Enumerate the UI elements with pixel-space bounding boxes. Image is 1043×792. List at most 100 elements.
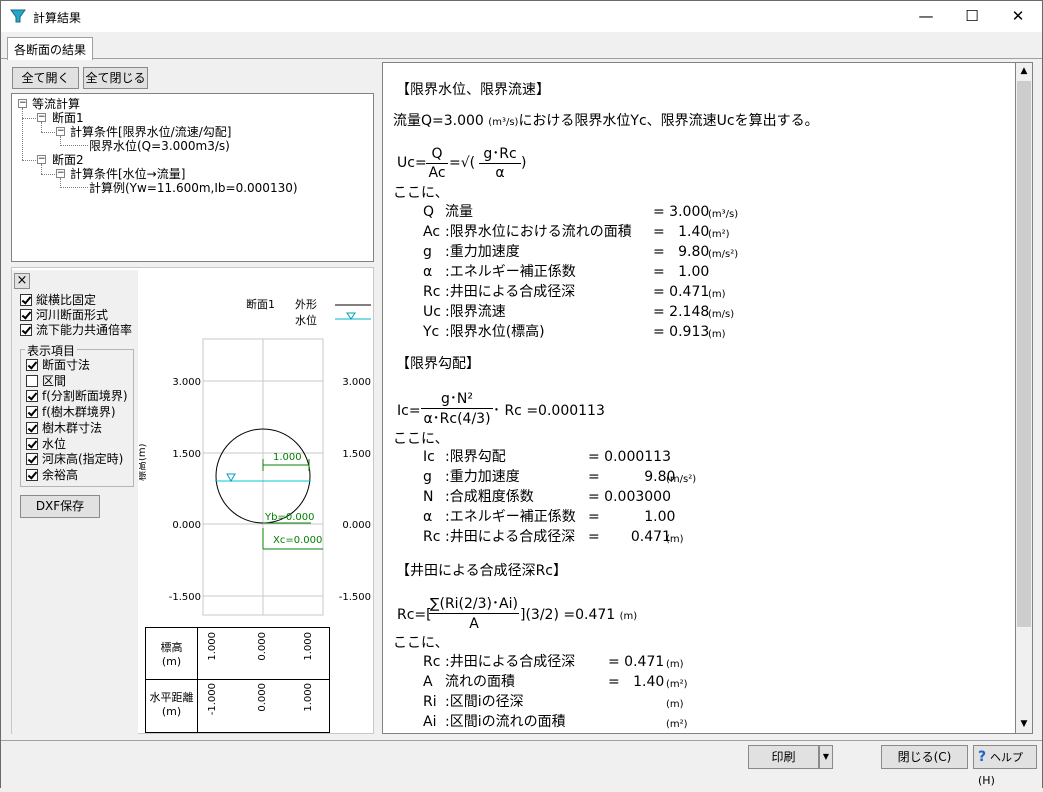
scroll-down-icon[interactable]: ▼: [1016, 716, 1032, 733]
check-icon: [26, 468, 38, 481]
variable-description: :重力加速度: [445, 469, 520, 485]
check-icon: [26, 453, 38, 466]
variable-value: = 0.471: [653, 284, 710, 300]
elevation-cell: 1.000: [207, 632, 218, 661]
display-item-checkbox[interactable]: f(樹木群境界): [26, 405, 151, 420]
variable-description: :限界水位における流れの面積: [445, 224, 632, 240]
help-button[interactable]: ? ヘルプ(H): [973, 745, 1037, 787]
scroll-thumb[interactable]: [1017, 81, 1031, 627]
ic-formula-rhs: ･ Rc =0.000113: [493, 403, 605, 419]
uc-formula-num: Q: [426, 145, 448, 164]
collapse-s2-cond-icon[interactable]: −: [56, 169, 65, 178]
y-tick-label: 0.000: [172, 520, 201, 531]
display-item-checkbox[interactable]: 樹木群寸法: [26, 421, 151, 436]
variable-symbol: Ri: [423, 694, 437, 710]
variable-description: :区間iの径深: [445, 694, 524, 710]
section-tree[interactable]: − 等流計算 − 断面1 − 計算条件[限界水位/流速/勾配] 限界水位(Q=3…: [11, 93, 374, 262]
close-options-button[interactable]: ×: [14, 273, 30, 289]
tree-item-section2[interactable]: 断面2: [52, 153, 84, 167]
close-button[interactable]: ✕: [995, 1, 1041, 32]
display-item-checkbox[interactable]: 水位: [26, 437, 151, 452]
tree-item-section2-condition[interactable]: 計算条件[水位→流量]: [70, 167, 185, 181]
distance-cell: -1.000: [207, 683, 218, 716]
variable-unit: (m³/s): [708, 209, 739, 220]
tab-section-results[interactable]: 各断面の結果: [7, 37, 94, 60]
collapse-root-icon[interactable]: −: [18, 99, 27, 108]
variable-description: :エネルギー補正係数: [445, 264, 576, 280]
close-dialog-button[interactable]: 閉じる(C): [881, 745, 968, 769]
variable-description: :井田による合成径深: [445, 654, 576, 670]
dxf-save-button[interactable]: DXF保存: [20, 495, 100, 518]
variable-value: = 1.00: [588, 509, 676, 525]
display-item-checkbox[interactable]: f(分割断面境界): [26, 389, 151, 404]
display-item-checkbox[interactable]: 断面寸法: [26, 358, 151, 373]
collapse-all-button[interactable]: 全て閉じる: [83, 67, 148, 89]
variable-value: = 0.000113: [588, 449, 671, 465]
print-dropdown-button[interactable]: ▼: [819, 745, 833, 769]
y-tick-label: 3.000: [172, 377, 201, 388]
check-icon: [20, 324, 32, 336]
expand-all-button[interactable]: 全て開く: [12, 67, 79, 89]
variable-description: :限界勾配: [445, 449, 506, 465]
variable-symbol: Uc: [423, 304, 441, 320]
table-header-elevation: 標高 (m): [160, 641, 183, 668]
display-item-checkbox[interactable]: 余裕高: [26, 468, 151, 483]
check-icon: [26, 359, 38, 371]
title-bar: 計算結果 — ☐ ✕: [1, 1, 1042, 32]
scroll-up-icon[interactable]: ▲: [1016, 63, 1032, 80]
check-icon: [26, 374, 38, 387]
collapse-s1-icon[interactable]: −: [37, 113, 46, 122]
distance-cell: 0.000: [257, 683, 268, 712]
ic-formula-den: α･Rc(4/3): [423, 411, 491, 427]
river-section-checkbox[interactable]: 河川断面形式: [20, 308, 145, 323]
variable-symbol: Ac: [423, 224, 441, 240]
section-heading: 【井田による合成径深Rc】: [396, 563, 568, 579]
collapse-s1-cond-icon[interactable]: −: [56, 127, 65, 136]
display-item-checkbox[interactable]: 区間: [26, 374, 151, 389]
tree-item-section1-condition[interactable]: 計算条件[限界水位/流速/勾配]: [70, 125, 231, 139]
variable-description: :エネルギー補正係数: [445, 509, 576, 525]
tree-item-section1[interactable]: 断面1: [52, 111, 84, 125]
variable-symbol: Q: [423, 204, 435, 220]
elevation-cell: 1.000: [303, 632, 314, 661]
tree-item-section2-result[interactable]: 計算例(Yw=11.600m,Ib=0.000130): [89, 181, 298, 195]
where-label: ここに、: [393, 431, 449, 447]
close-icon: ✕: [1011, 7, 1025, 25]
vertical-scrollbar[interactable]: ▲ ▼: [1016, 62, 1033, 734]
uc-formula-end: ): [521, 155, 527, 171]
print-button[interactable]: 印刷: [748, 745, 819, 769]
shared-rate-checkbox[interactable]: 流下能力共通倍率: [20, 323, 145, 338]
results-report[interactable]: 【限界水位、限界流速】 流量Q=3.000 (m³/s)における限界水位Yc、限…: [382, 62, 1016, 734]
uc-formula-mid: =√(: [449, 155, 476, 171]
variable-symbol: Rc: [423, 529, 441, 545]
variable-symbol: α: [423, 509, 433, 525]
check-icon: [26, 406, 38, 419]
variable-unit: (m): [666, 534, 684, 545]
rc-formula-den: A: [469, 616, 479, 632]
variable-value: = 1.40: [608, 674, 665, 690]
fixed-ratio-checkbox[interactable]: 縦横比固定: [20, 293, 145, 308]
tree-item-section1-result[interactable]: 限界水位(Q=3.000m3/s): [89, 139, 230, 153]
uc-formula-den: Ac: [428, 165, 446, 181]
variable-symbol: Ic: [423, 449, 435, 465]
table-header-distance: 水平距離 (m): [149, 691, 194, 718]
tree-item-root[interactable]: 等流計算: [32, 97, 80, 111]
check-icon: [20, 294, 32, 306]
variable-value: = 0.471: [588, 529, 671, 545]
y-tick-label: 1.500: [172, 449, 201, 460]
elevation-cell: 0.000: [257, 632, 268, 661]
check-icon: [20, 309, 32, 321]
collapse-s2-icon[interactable]: −: [37, 155, 46, 164]
display-item-checkbox[interactable]: 河床高(指定時): [26, 452, 151, 467]
display-items-title: 表示項目: [25, 342, 78, 359]
maximize-button[interactable]: ☐: [949, 1, 995, 32]
variable-description: :井田による合成径深: [445, 284, 576, 300]
variable-value: = 9.80: [653, 244, 710, 260]
variable-symbol: Rc: [423, 284, 441, 300]
minimize-button[interactable]: —: [903, 1, 949, 32]
y-axis-label: 標高(m): [139, 443, 148, 481]
app-icon: [10, 9, 26, 23]
ic-formula-lhs: Ic=: [397, 403, 421, 419]
minimize-icon: —: [918, 7, 934, 25]
variable-value: = 3.000: [653, 204, 710, 220]
